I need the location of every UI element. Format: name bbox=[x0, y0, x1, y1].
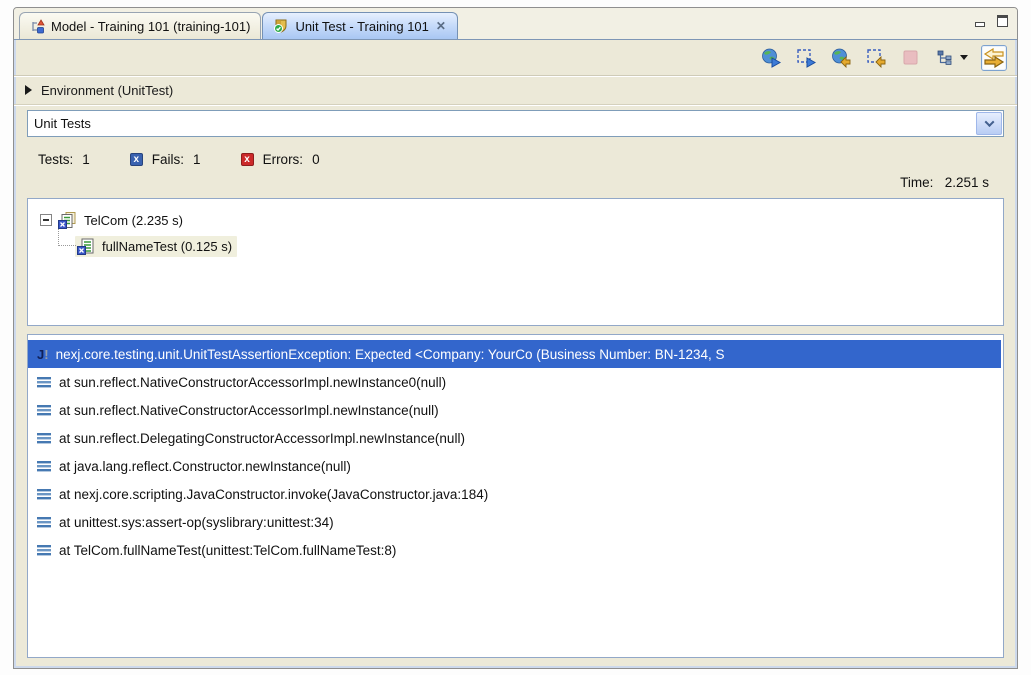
tests-value: 1 bbox=[82, 152, 90, 167]
stack-frame-icon bbox=[37, 488, 52, 500]
time-row: Time: 2.251 s bbox=[14, 175, 1017, 198]
trace-text: at java.lang.reflect.Constructor.newInst… bbox=[59, 459, 351, 474]
trace-text: at sun.reflect.NativeConstructorAccessor… bbox=[59, 375, 446, 390]
trace-line[interactable]: at sun.reflect.NativeConstructorAccessor… bbox=[28, 396, 1003, 424]
run-scope-icon[interactable] bbox=[795, 47, 817, 69]
unit-test-view-content: Environment (UnitTest) Unit Tests Tests:… bbox=[14, 39, 1017, 668]
tree-connector bbox=[58, 229, 76, 246]
environment-label: Environment (UnitTest) bbox=[41, 83, 173, 98]
test-selector-dropdown[interactable]: Unit Tests bbox=[27, 110, 1004, 137]
unit-test-shield-icon bbox=[273, 18, 289, 34]
error-badge-icon: x bbox=[241, 153, 254, 166]
tab-unit-test-training-101[interactable]: Unit Test - Training 101 ✕ bbox=[262, 12, 458, 39]
stop-icon bbox=[900, 47, 922, 69]
trace-line[interactable]: at sun.reflect.NativeConstructorAccessor… bbox=[28, 368, 1003, 396]
stack-frame-icon bbox=[37, 516, 52, 528]
time-label: Time: bbox=[900, 175, 933, 190]
dropdown-button[interactable] bbox=[976, 112, 1002, 135]
link-with-editor-toggle[interactable] bbox=[981, 45, 1007, 71]
trace-line[interactable]: at unittest.sys:assert-op(syslibrary:uni… bbox=[28, 508, 1003, 536]
tree-node-label: fullNameTest (0.125 s) bbox=[102, 239, 232, 254]
hierarchy-view-icon bbox=[935, 47, 957, 69]
collapsed-expander-icon bbox=[25, 85, 32, 95]
tree-node-fullnametest[interactable]: fullNameTest (0.125 s) bbox=[28, 233, 1003, 259]
unit-test-toolbar bbox=[14, 40, 1017, 76]
test-suite-icon bbox=[58, 212, 78, 229]
test-case-icon bbox=[77, 238, 96, 255]
trace-text: at nexj.core.scripting.JavaConstructor.i… bbox=[59, 487, 488, 502]
stack-frame-icon bbox=[37, 432, 52, 444]
fails-value: 1 bbox=[193, 152, 201, 167]
stack-frame-icon bbox=[37, 404, 52, 416]
failure-trace-panel: J! nexj.core.testing.unit.UnitTestAssert… bbox=[27, 334, 1004, 658]
maximize-icon bbox=[997, 15, 1008, 27]
debug-scope-icon[interactable] bbox=[865, 47, 887, 69]
link-with-editor-icon bbox=[983, 47, 1005, 69]
errors-label: Errors: bbox=[263, 152, 304, 167]
view-window-controls bbox=[973, 15, 1009, 27]
expanded-minus-icon[interactable] bbox=[40, 214, 52, 226]
tree-node-telcom[interactable]: TelCom (2.235 s) bbox=[28, 207, 1003, 233]
minimize-icon bbox=[975, 22, 985, 27]
trace-text: at sun.reflect.NativeConstructorAccessor… bbox=[59, 403, 439, 418]
trace-text: at TelCom.fullNameTest(unittest:TelCom.f… bbox=[59, 543, 396, 558]
trace-line-exception[interactable]: J! nexj.core.testing.unit.UnitTestAssert… bbox=[28, 340, 1001, 368]
errors-value: 0 bbox=[312, 152, 320, 167]
tab-label: Unit Test - Training 101 bbox=[295, 19, 428, 34]
tree-selection: fullNameTest (0.125 s) bbox=[75, 236, 237, 257]
time-value: 2.251 s bbox=[945, 175, 989, 190]
debug-all-icon[interactable] bbox=[830, 47, 852, 69]
tree-node-label: TelCom (2.235 s) bbox=[84, 213, 183, 228]
close-icon[interactable]: ✕ bbox=[435, 19, 447, 33]
model-icon bbox=[30, 19, 45, 34]
java-exception-icon: J! bbox=[37, 347, 49, 362]
trace-text: nexj.core.testing.unit.UnitTestAssertion… bbox=[56, 347, 725, 362]
test-selector-row: Unit Tests bbox=[14, 105, 1017, 144]
stack-frame-icon bbox=[37, 544, 52, 556]
unit-test-view-window: Model - Training 101 (training-101) Unit… bbox=[13, 7, 1018, 669]
tests-label: Tests: bbox=[38, 152, 73, 167]
trace-text: at sun.reflect.DelegatingConstructorAcce… bbox=[59, 431, 465, 446]
editor-tab-bar: Model - Training 101 (training-101) Unit… bbox=[14, 8, 1017, 39]
test-result-tree: TelCom (2.235 s) fullNameTest (0.125 s) bbox=[27, 198, 1004, 326]
fails-label: Fails: bbox=[152, 152, 184, 167]
fail-badge-icon: x bbox=[130, 153, 143, 166]
trace-line[interactable]: at java.lang.reflect.Constructor.newInst… bbox=[28, 452, 1003, 480]
dropdown-arrow-icon bbox=[960, 55, 968, 60]
trace-line[interactable]: at sun.reflect.DelegatingConstructorAcce… bbox=[28, 424, 1003, 452]
run-all-icon[interactable] bbox=[760, 47, 782, 69]
stack-frame-icon bbox=[37, 376, 52, 388]
trace-line[interactable]: at nexj.core.scripting.JavaConstructor.i… bbox=[28, 480, 1003, 508]
tab-model-training-101[interactable]: Model - Training 101 (training-101) bbox=[19, 12, 261, 39]
environment-section[interactable]: Environment (UnitTest) bbox=[14, 76, 1017, 105]
maximize-button[interactable] bbox=[995, 15, 1009, 27]
tab-label: Model - Training 101 (training-101) bbox=[51, 19, 250, 34]
chevron-down-icon bbox=[984, 117, 994, 127]
minimize-button[interactable] bbox=[973, 15, 987, 27]
test-selector-value: Unit Tests bbox=[28, 116, 91, 131]
trace-text: at unittest.sys:assert-op(syslibrary:uni… bbox=[59, 515, 334, 530]
stack-frame-icon bbox=[37, 460, 52, 472]
test-stats-row: Tests: 1 x Fails: 1 x Errors: 0 bbox=[14, 144, 1017, 175]
trace-line[interactable]: at TelCom.fullNameTest(unittest:TelCom.f… bbox=[28, 536, 1003, 564]
hierarchy-view-menu[interactable] bbox=[935, 47, 968, 69]
